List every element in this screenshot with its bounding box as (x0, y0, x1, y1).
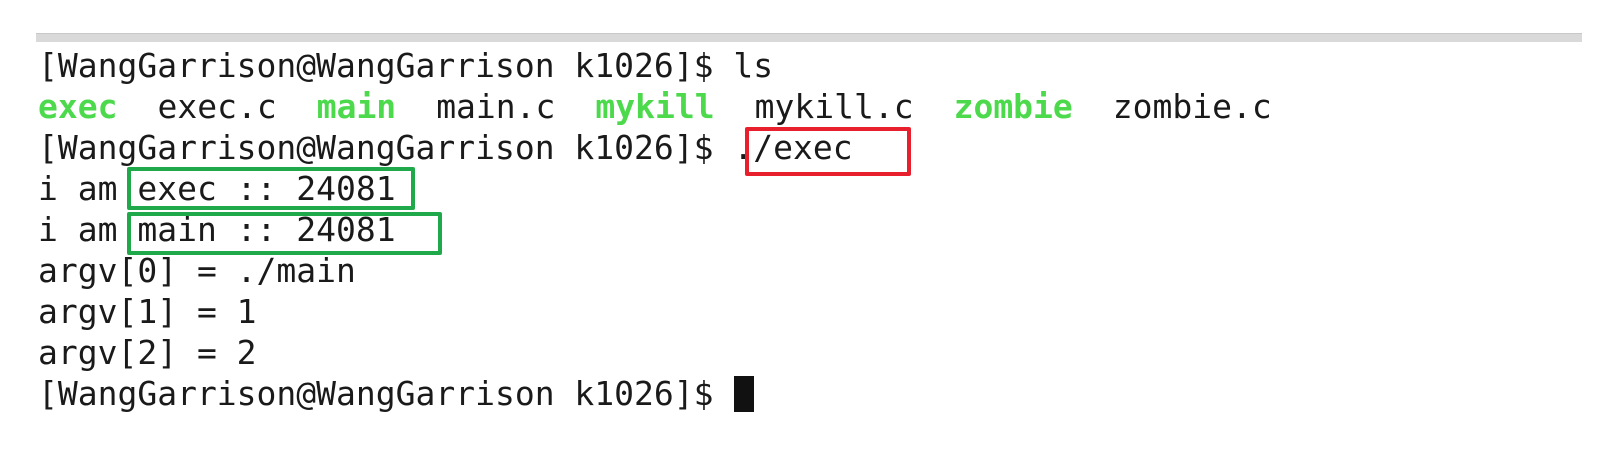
ls-output-line: exec exec.c main main.c mykill mykill.c zombie… (38, 86, 1272, 127)
executable-entry: mykill (595, 87, 715, 126)
prompt-line-current[interactable]: [WangGarrison@WangGarrison k1026]$ (38, 373, 1272, 414)
output-line-main-pid: i am main :: 24081 (38, 209, 1272, 250)
file-entry: main.c (436, 87, 556, 126)
file-entry: zombie.c (1112, 87, 1272, 126)
executable-entry: zombie (953, 87, 1073, 126)
shell-prompt: [WangGarrison@WangGarrison k1026]$ (38, 46, 714, 85)
output-prefix: i am (38, 210, 138, 249)
output-line-argv2: argv[2] = 2 (38, 333, 257, 372)
output-line-exec-pid: i am exec :: 24081 (38, 168, 1272, 209)
command-text: ls (733, 46, 774, 85)
terminal-output: [WangGarrison@WangGarrison k1026]$ ls ex… (38, 45, 1272, 414)
shell-prompt: [WangGarrison@WangGarrison k1026]$ (38, 374, 714, 413)
file-entry: exec.c (157, 87, 277, 126)
output-value: main :: 24081 (137, 210, 396, 249)
output-value: exec :: 24081 (137, 169, 396, 208)
previous-output-strip: - - - - - - - - - - - - - - - - - - - - … (36, 0, 1582, 42)
executable-entry: exec (38, 87, 118, 126)
command-text: ./exec (733, 128, 853, 167)
text-cursor[interactable] (733, 376, 754, 412)
executable-entry: main (316, 87, 397, 126)
file-entry: mykill.c (754, 87, 914, 126)
prompt-line-exec: [WangGarrison@WangGarrison k1026]$ ./exe… (38, 127, 1272, 168)
shell-prompt: [WangGarrison@WangGarrison k1026]$ (38, 128, 714, 167)
prompt-line-ls: [WangGarrison@WangGarrison k1026]$ ls (38, 45, 1272, 86)
partial-output-line: - - - - - - - - - - - - - - - - - - - - … (36, 0, 1208, 15)
terminal-window[interactable]: - - - - - - - - - - - - - - - - - - - - … (0, 0, 1599, 455)
output-line-argv1: argv[1] = 1 (38, 292, 257, 331)
output-prefix: i am (38, 169, 138, 208)
scroll-divider (36, 33, 1582, 42)
output-line-argv0: argv[0] = ./main (38, 251, 356, 290)
